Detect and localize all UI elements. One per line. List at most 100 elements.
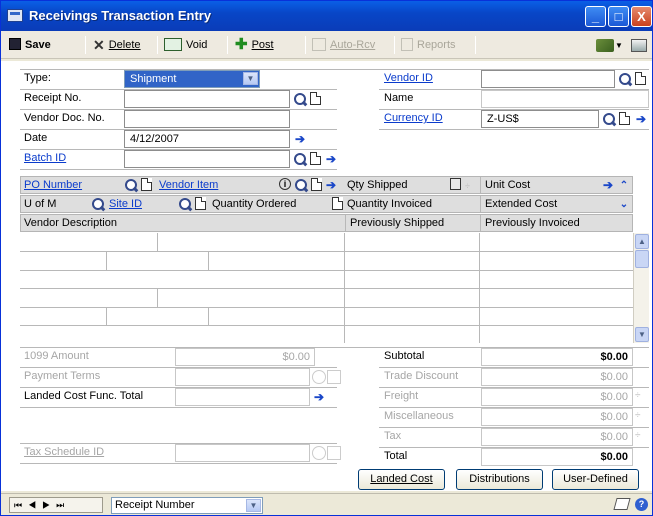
next-record-icon[interactable]: ▶ bbox=[42, 500, 56, 510]
receipt-no-input[interactable] bbox=[124, 90, 290, 108]
options-dropdown-button[interactable]: ▼ bbox=[596, 37, 623, 53]
minimize-button[interactable]: _ bbox=[585, 6, 606, 27]
misc-spinner-icon[interactable]: ÷ bbox=[635, 410, 649, 424]
print-button[interactable] bbox=[631, 37, 651, 53]
batch-expand-button[interactable]: ➔ bbox=[324, 152, 338, 166]
previous-record-icon[interactable]: ◀ bbox=[28, 500, 42, 510]
vendor-item-lookup-button[interactable] bbox=[294, 178, 308, 192]
void-button[interactable]: Void bbox=[164, 37, 207, 53]
vendor-item-column-link[interactable]: Vendor Item bbox=[156, 177, 218, 193]
new-document-icon bbox=[310, 152, 321, 165]
toolbar-separator bbox=[85, 36, 86, 54]
tax-schedule-id-link[interactable]: Tax Schedule ID bbox=[21, 444, 171, 462]
chevron-down-icon: ▼ bbox=[246, 499, 261, 512]
record-navigation: ⏮◀▶⏭ bbox=[9, 497, 103, 513]
scroll-up-icon[interactable]: ▲ bbox=[635, 234, 649, 249]
date-expand-button[interactable]: ➔ bbox=[293, 132, 307, 146]
divider bbox=[480, 177, 481, 193]
tax-schedule-id-input[interactable] bbox=[175, 444, 310, 462]
chevron-down-icon: ▼ bbox=[615, 41, 623, 50]
landed-cost-expand-button[interactable]: ➔ bbox=[312, 390, 326, 404]
currency-id-link[interactable]: Currency ID bbox=[381, 110, 479, 128]
site-new-button[interactable] bbox=[193, 197, 207, 211]
batch-id-input[interactable] bbox=[124, 150, 290, 168]
new-document-icon bbox=[141, 178, 152, 191]
maximize-button[interactable]: □ bbox=[608, 6, 629, 27]
close-button[interactable]: X bbox=[631, 6, 652, 27]
batch-id-link[interactable]: Batch ID bbox=[21, 150, 121, 168]
post-plus-icon: ✚ bbox=[235, 36, 248, 54]
arrow-right-icon: ➔ bbox=[325, 152, 337, 166]
collapse-rows-icon[interactable]: ⌃ bbox=[617, 178, 631, 192]
scroll-down-icon[interactable]: ▼ bbox=[635, 327, 649, 342]
type-dropdown[interactable]: Shipment ▼ bbox=[124, 70, 260, 88]
site-lookup-button[interactable] bbox=[178, 197, 192, 211]
payment-terms-input[interactable] bbox=[175, 368, 310, 386]
expand-rows-icon[interactable]: ⌄ bbox=[617, 197, 631, 211]
unit-cost-expand-button[interactable]: ➔ bbox=[601, 178, 615, 192]
site-id-column-link[interactable]: Site ID bbox=[106, 196, 142, 212]
save-button[interactable]: Save bbox=[9, 37, 51, 53]
distributions-button[interactable]: Distributions bbox=[456, 469, 543, 490]
auto-receive-icon bbox=[312, 37, 326, 51]
void-document-icon bbox=[164, 37, 182, 51]
vendor-id-link[interactable]: Vendor ID bbox=[381, 70, 479, 88]
help-icon[interactable]: ? bbox=[635, 498, 648, 511]
po-new-button[interactable] bbox=[139, 178, 153, 192]
receipt-lookup-button[interactable] bbox=[293, 92, 307, 106]
receipt-new-button[interactable] bbox=[308, 92, 322, 106]
batch-new-button[interactable] bbox=[308, 152, 322, 166]
vendor-id-input[interactable] bbox=[481, 70, 615, 88]
vendor-item-new-button[interactable] bbox=[309, 178, 323, 192]
reports-button[interactable]: Reports bbox=[401, 37, 456, 53]
vendor-doc-no-input[interactable] bbox=[124, 110, 290, 128]
freight-spinner-icon[interactable]: ÷ bbox=[635, 390, 649, 404]
landed-cost-total-value bbox=[175, 388, 310, 406]
grid-vertical-scrollbar[interactable]: ▲ ▼ bbox=[633, 233, 649, 343]
title-bar[interactable]: Receivings Transaction Entry _ □ X bbox=[1, 1, 652, 31]
last-record-icon[interactable]: ⏭ bbox=[56, 500, 70, 510]
landed-cost-total-label: Landed Cost Func. Total bbox=[24, 390, 144, 402]
user-defined-button[interactable]: User-Defined bbox=[552, 469, 639, 490]
tax-schedule-new-button[interactable] bbox=[327, 446, 341, 460]
vendor-lookup-button[interactable] bbox=[618, 72, 632, 86]
auto-rcv-button[interactable]: Auto-Rcv bbox=[312, 37, 375, 53]
calculator-icon[interactable] bbox=[450, 178, 464, 192]
uofm-lookup-button[interactable] bbox=[91, 197, 105, 211]
grid-header-row-2: U of M Site ID Quantity Ordered Quantity… bbox=[20, 195, 633, 213]
tax-spinner-icon[interactable]: ÷ bbox=[635, 430, 649, 444]
toolbar-separator bbox=[475, 36, 476, 54]
vendor-item-expand-button[interactable]: ➔ bbox=[324, 178, 338, 192]
total-label: Total bbox=[384, 450, 408, 462]
payment-terms-new-button[interactable] bbox=[327, 370, 341, 384]
currency-new-button[interactable] bbox=[617, 112, 631, 126]
note-icon[interactable] bbox=[613, 498, 631, 510]
scrollbar-thumb[interactable] bbox=[635, 250, 649, 268]
date-input[interactable]: 4/12/2007 bbox=[124, 130, 290, 148]
batch-lookup-button[interactable] bbox=[293, 152, 307, 166]
first-record-icon[interactable]: ⏮ bbox=[14, 500, 28, 510]
po-number-column-link[interactable]: PO Number bbox=[21, 177, 82, 193]
currency-expand-button[interactable]: ➔ bbox=[634, 112, 648, 126]
quantity-invoiced-column: Quantity Invoiced bbox=[347, 198, 432, 210]
post-button[interactable]: ✚ Post bbox=[235, 37, 274, 53]
currency-lookup-button[interactable] bbox=[602, 112, 616, 126]
arrow-right-icon: ➔ bbox=[294, 132, 306, 146]
payment-terms-lookup-button[interactable] bbox=[312, 370, 326, 384]
line-items-grid[interactable] bbox=[20, 233, 633, 343]
currency-id-input[interactable]: Z-US$ bbox=[481, 110, 599, 128]
vendor-new-button[interactable] bbox=[633, 72, 647, 86]
po-lookup-button[interactable] bbox=[124, 178, 138, 192]
delete-button[interactable]: ✕ Delete bbox=[93, 37, 141, 53]
previously-invoiced-column: Previously Invoiced bbox=[485, 217, 580, 229]
miscellaneous-label: Miscellaneous bbox=[384, 410, 454, 422]
lookup-magnifier-icon bbox=[293, 152, 307, 166]
tax-schedule-lookup-button[interactable] bbox=[312, 446, 326, 460]
toolbar-separator bbox=[157, 36, 158, 54]
info-icon[interactable]: i bbox=[279, 178, 293, 192]
lookup-magnifier-icon bbox=[178, 197, 192, 211]
qty-ordered-new-button[interactable] bbox=[330, 197, 344, 211]
landed-cost-button[interactable]: Landed Cost bbox=[358, 469, 445, 490]
arrow-right-icon: ➔ bbox=[325, 178, 337, 192]
sort-order-dropdown[interactable]: Receipt Number ▼ bbox=[111, 497, 263, 514]
